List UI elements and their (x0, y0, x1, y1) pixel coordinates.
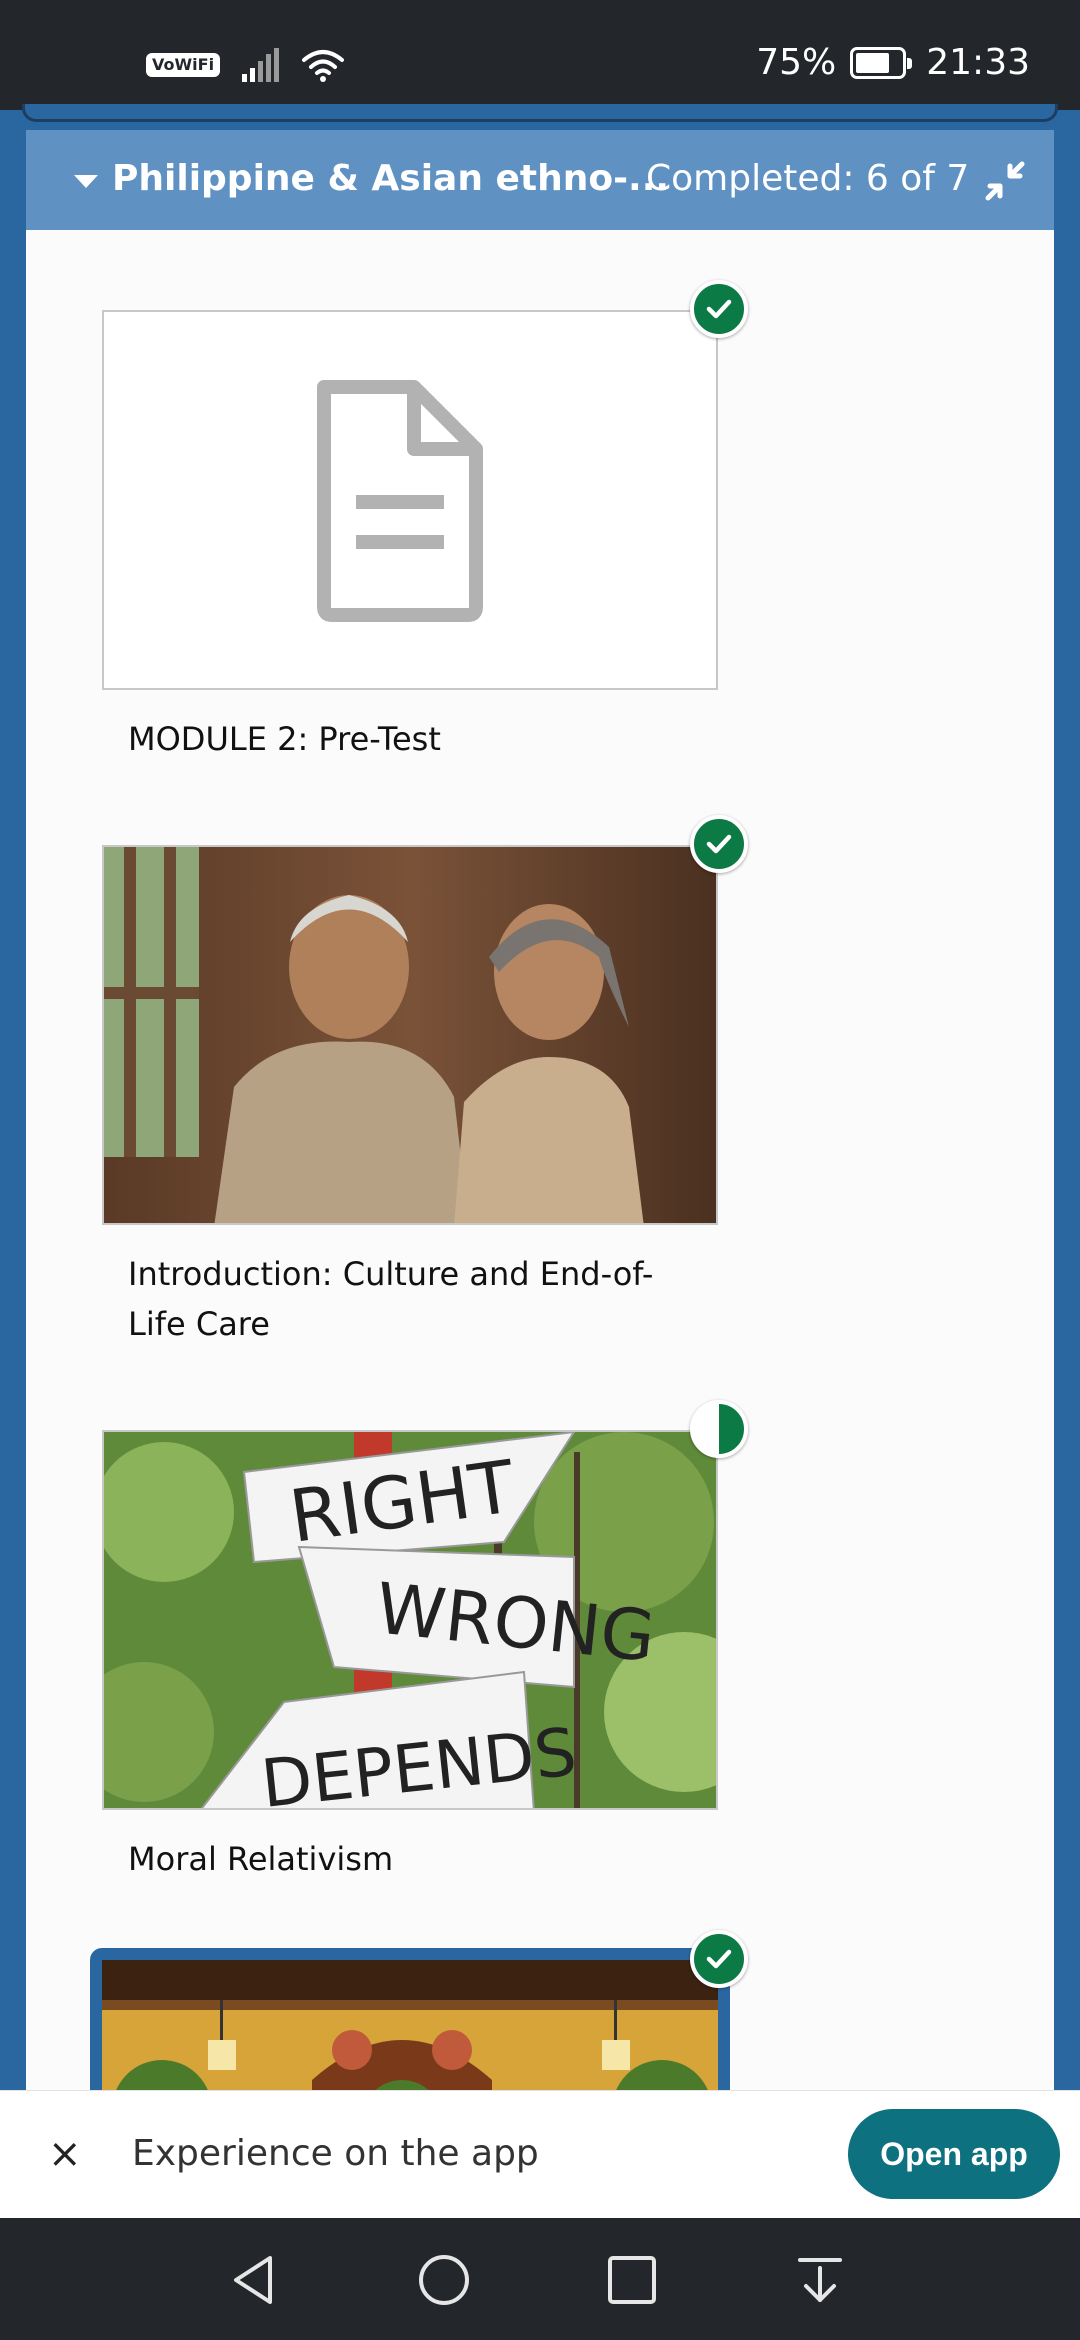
document-icon (317, 380, 483, 622)
battery-percent: 75% (756, 42, 837, 83)
activity-title[interactable]: MODULE 2: Pre-Test (128, 714, 688, 764)
status-left: VoWiFi (146, 48, 345, 82)
previous-section-edge (22, 104, 1058, 122)
check-icon (706, 834, 732, 854)
wifi-icon (302, 50, 345, 82)
collapse-icon[interactable] (982, 158, 1028, 204)
signal-icon (242, 48, 280, 82)
activity-thumbnail[interactable] (90, 1948, 730, 2090)
section-header[interactable]: Philippine & Asian ethno-... Completed: … (26, 130, 1054, 230)
home-icon[interactable] (416, 2252, 472, 2308)
open-app-button[interactable]: Open app (848, 2109, 1060, 2199)
recents-icon[interactable] (604, 2252, 660, 2308)
signpost-image: RIGHT WRONG DEPENDS (104, 1432, 716, 1808)
activity-thumbnail[interactable] (102, 310, 718, 690)
navigation-bar (0, 2218, 1080, 2340)
activity-thumbnail[interactable] (102, 845, 718, 1225)
vowifi-icon: VoWiFi (146, 53, 221, 77)
check-icon (706, 1949, 732, 1969)
app-banner: × Experience on the app Open app (0, 2090, 1080, 2218)
status-right: 75% 21:33 (756, 42, 1030, 83)
activity-card[interactable]: MODULE 2: Pre-Test (102, 280, 748, 770)
clock: 21:33 (926, 42, 1030, 83)
completed-check-badge (690, 1930, 748, 1988)
banner-text: Experience on the app (132, 2133, 539, 2174)
activity-title[interactable]: Moral Relativism (128, 1834, 688, 1884)
status-bar: VoWiFi 75% 21:33 (0, 0, 1080, 110)
activity-card[interactable]: Introduction: Culture and End-of-Life Ca… (102, 815, 748, 1365)
check-icon (706, 299, 732, 319)
back-icon[interactable] (226, 2252, 282, 2308)
close-banner-button[interactable]: × (48, 2129, 82, 2179)
activity-thumbnail[interactable]: RIGHT WRONG DEPENDS (102, 1430, 718, 1810)
completed-check-badge (690, 815, 748, 873)
interior-image (102, 1960, 718, 2090)
activity-card[interactable]: RIGHT WRONG DEPENDS Moral Relativism (102, 1400, 748, 1890)
section-progress: Completed: 6 of 7 (646, 158, 970, 199)
elderly-couple-image (104, 847, 716, 1223)
completed-check-badge (690, 280, 748, 338)
section-title[interactable]: Philippine & Asian ethno-... (112, 158, 669, 199)
battery-icon (850, 46, 913, 79)
activity-list[interactable]: MODULE 2: Pre-Test Introduction: Culture… (26, 230, 1054, 2090)
caret-down-icon[interactable] (74, 175, 98, 188)
activity-title[interactable]: Introduction: Culture and End-of-Life Ca… (128, 1249, 688, 1349)
in-progress-badge (690, 1400, 748, 1458)
notification-shade-icon[interactable] (792, 2252, 848, 2308)
activity-card[interactable] (90, 1930, 748, 2090)
